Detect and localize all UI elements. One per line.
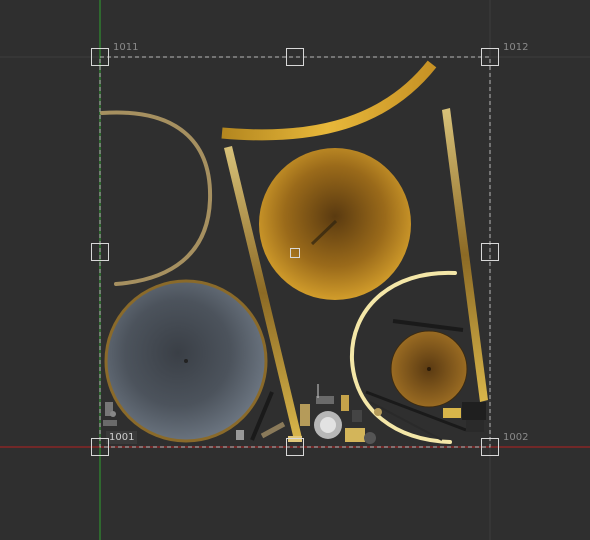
tile-label-1011: 1011 bbox=[113, 42, 139, 53]
tile-label-1012: 1012 bbox=[503, 42, 529, 53]
tile-label-1001: 1001 bbox=[106, 431, 138, 444]
uv-island-dark-bar bbox=[392, 319, 464, 332]
uv-editor-viewport[interactable]: 1011 1012 1001 1002 bbox=[0, 0, 590, 540]
uv-island-tan-arc bbox=[100, 110, 213, 286]
handle-middle-right[interactable] bbox=[481, 243, 499, 261]
handle-bottom-left[interactable] bbox=[91, 438, 109, 456]
handle-top-left[interactable] bbox=[91, 48, 109, 66]
handle-top-right[interactable] bbox=[481, 48, 499, 66]
handle-bottom-middle[interactable] bbox=[286, 438, 304, 456]
uv-island-gold-arc bbox=[221, 60, 437, 141]
handle-center[interactable] bbox=[290, 248, 300, 258]
tile-label-1002: 1002 bbox=[503, 432, 529, 443]
handle-middle-left[interactable] bbox=[91, 243, 109, 261]
handle-top-middle[interactable] bbox=[286, 48, 304, 66]
uv-canvas[interactable] bbox=[0, 0, 590, 540]
handle-bottom-right[interactable] bbox=[481, 438, 499, 456]
